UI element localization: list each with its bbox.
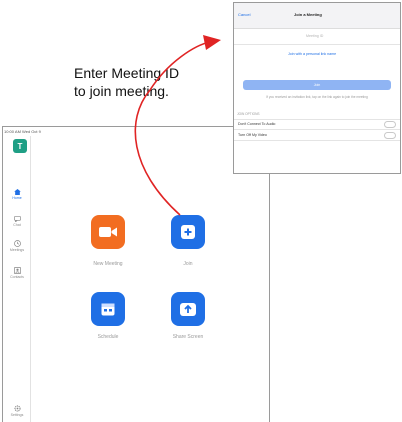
arrow-head-icon bbox=[203, 35, 221, 50]
annotation-arrow bbox=[134, 35, 221, 216]
